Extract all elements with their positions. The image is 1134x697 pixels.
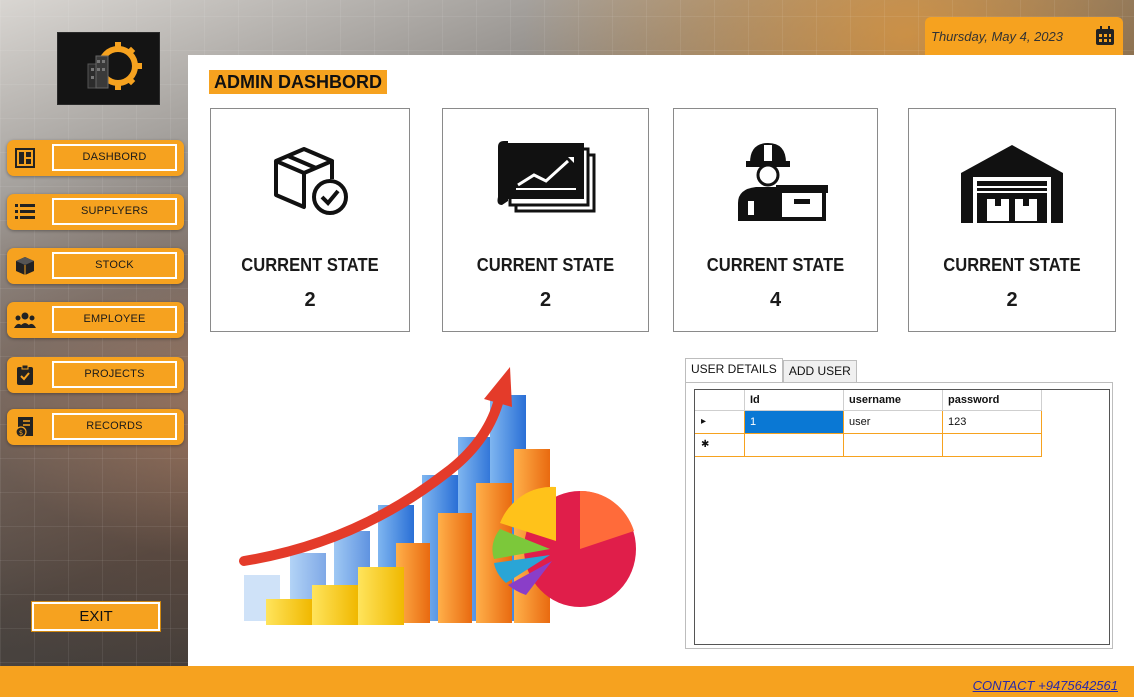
table-row-new[interactable]: ✱ (695, 434, 1042, 457)
sidebar-item-label: DASHBORD (52, 144, 177, 171)
clipboard-icon (14, 364, 36, 386)
footer-bar: CONTACT +9475642561 (0, 666, 1134, 697)
sidebar-item-dashboard[interactable]: DASHBORD (7, 140, 184, 176)
list-icon (14, 201, 36, 223)
card-value: 4 (769, 289, 782, 311)
cell-id[interactable] (745, 434, 844, 457)
row-header-corner (695, 390, 745, 411)
sidebar-item-label: SUPPLYERS (52, 198, 177, 225)
tab-add-user[interactable]: ADD USER (782, 360, 857, 382)
sidebar-item-projects[interactable]: PROJECTS (7, 357, 184, 393)
date-display: Thursday, May 4, 2023 (925, 17, 1123, 55)
gear-building-logo-icon (87, 41, 142, 90)
column-header-password[interactable]: password (943, 390, 1042, 411)
card-label: CURRENT STATE (241, 255, 379, 275)
cell-password[interactable] (943, 434, 1042, 457)
new-row-icon[interactable]: ✱ (695, 434, 745, 457)
sidebar-item-label: STOCK (52, 252, 177, 279)
users-data-grid[interactable]: Id username password ▸ 1 user 123 ✱ (694, 389, 1110, 645)
stat-card-2: CURRENT STATE 2 (442, 108, 649, 332)
column-header-id[interactable]: Id (745, 390, 844, 411)
stat-card-4: CURRENT STATE 2 (908, 108, 1116, 332)
company-logo (57, 32, 160, 105)
cell-username[interactable] (844, 434, 943, 457)
exit-button[interactable]: EXIT (31, 601, 161, 632)
svg-text:$: $ (19, 429, 23, 437)
page-title: ADMIN DASHBORD (209, 70, 387, 94)
cell-id[interactable]: 1 (745, 411, 844, 434)
user-details-panel: Id username password ▸ 1 user 123 ✱ (685, 382, 1113, 649)
sidebar-item-label: RECORDS (52, 413, 177, 440)
contact-link[interactable]: CONTACT +9475642561 (973, 678, 1118, 693)
sidebar-item-supplyers[interactable]: SUPPLYERS (7, 194, 184, 230)
tab-user-details[interactable]: USER DETAILS (685, 358, 783, 382)
card-value: 2 (304, 289, 316, 311)
worker-icon (674, 141, 877, 223)
people-icon (14, 309, 36, 331)
grid-header-row: Id username password (695, 390, 1042, 413)
column-header-username[interactable]: username (844, 390, 943, 411)
user-tabs: USER DETAILS ADD USER (685, 358, 857, 382)
row-selector-icon[interactable]: ▸ (695, 411, 745, 434)
stat-card-3: CURRENT STATE 4 (673, 108, 878, 332)
card-label: CURRENT STATE (706, 255, 845, 275)
stat-card-1: CURRENT STATE 2 (210, 108, 410, 332)
card-value: 2 (1006, 289, 1018, 311)
warehouse-icon (909, 141, 1115, 225)
card-value: 2 (539, 289, 552, 311)
sidebar-item-label: EMPLOYEE (52, 306, 177, 333)
sidebar-item-records[interactable]: $ RECORDS (7, 409, 184, 445)
table-row[interactable]: ▸ 1 user 123 (695, 411, 1042, 434)
sidebar-item-stock[interactable]: STOCK (7, 248, 184, 284)
cell-password[interactable]: 123 (943, 411, 1042, 434)
calendar-icon[interactable] (1095, 26, 1115, 51)
card-label: CURRENT STATE (476, 255, 615, 275)
current-date: Thursday, May 4, 2023 (931, 28, 1063, 44)
box-check-icon (211, 141, 409, 215)
dashboard-icon (14, 147, 36, 169)
box-icon (14, 255, 36, 277)
sidebar-item-employee[interactable]: EMPLOYEE (7, 302, 184, 338)
sidebar-item-label: PROJECTS (52, 361, 177, 388)
records-icon: $ (14, 416, 36, 438)
main-panel: ADMIN DASHBORD CURRENT STATE 2 CURRENT S… (188, 55, 1134, 666)
card-label: CURRENT STATE (943, 255, 1081, 275)
growth-chart-illustration (236, 363, 636, 638)
cell-username[interactable]: user (844, 411, 943, 434)
chart-report-icon (443, 141, 648, 215)
